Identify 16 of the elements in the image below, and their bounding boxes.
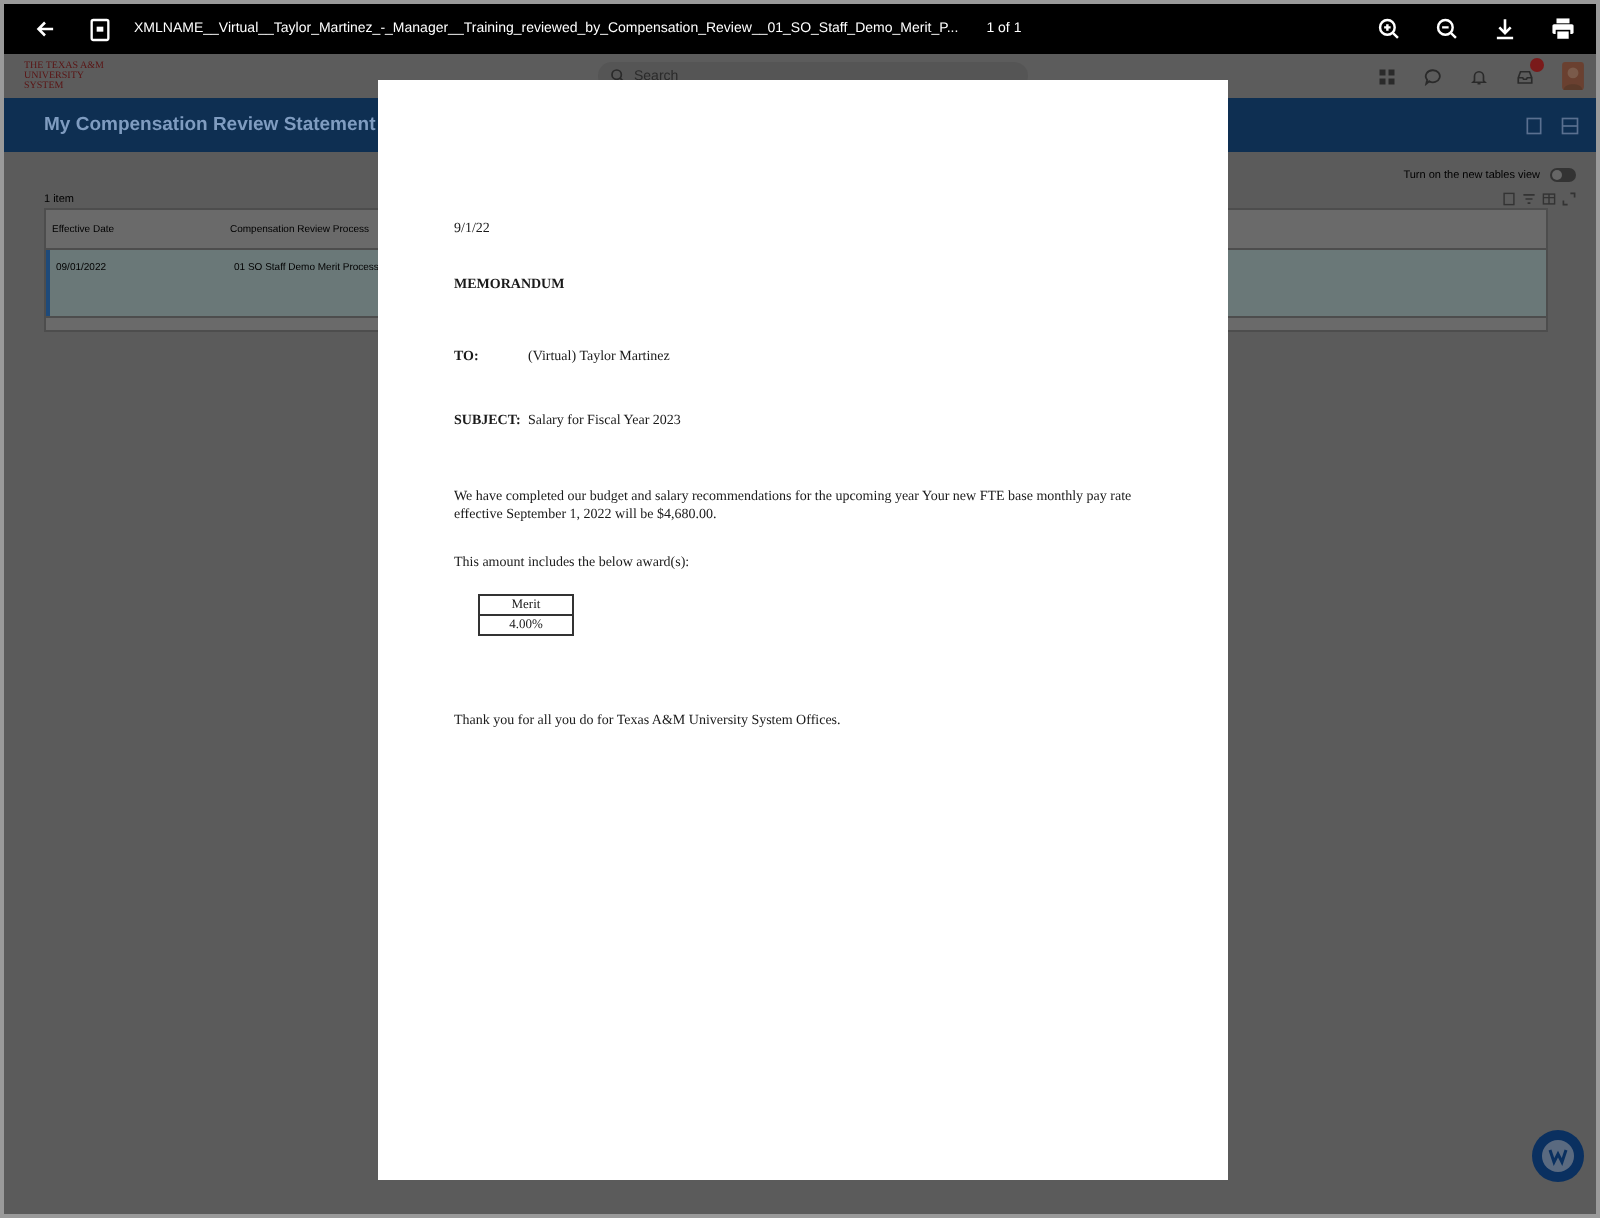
expand-icon[interactable] — [1562, 192, 1576, 206]
download-icon[interactable] — [1492, 16, 1518, 42]
avatar-icon[interactable] — [1562, 62, 1584, 90]
help-bubble-icon[interactable] — [1530, 1128, 1586, 1184]
bell-icon[interactable] — [1470, 67, 1488, 85]
zoom-in-icon[interactable] — [1376, 16, 1402, 42]
columns-icon[interactable] — [1542, 192, 1556, 206]
document-icon — [90, 17, 110, 41]
page-title: My Compensation Review Statement — [44, 114, 376, 136]
filter-icon[interactable] — [1522, 192, 1536, 206]
inbox-icon[interactable] — [1516, 67, 1534, 85]
back-arrow-icon[interactable] — [32, 16, 58, 42]
zoom-out-icon[interactable] — [1434, 16, 1460, 42]
chat-bubble-icon[interactable] — [1424, 67, 1442, 85]
apps-grid-icon[interactable] — [1378, 67, 1396, 85]
tables-view-toggle[interactable] — [1550, 168, 1576, 182]
